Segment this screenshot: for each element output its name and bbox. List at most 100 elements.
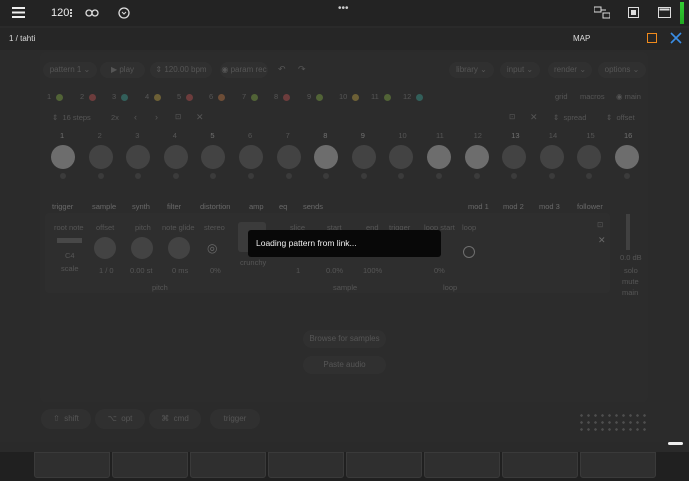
tempo-field[interactable]: ⇕ 120.00 bpm bbox=[150, 62, 212, 78]
step-pad[interactable] bbox=[276, 145, 301, 169]
stereo-value: 0% bbox=[210, 266, 221, 275]
main-toggle[interactable]: ◉ main bbox=[616, 92, 641, 101]
shift-button[interactable]: ⇧ shift bbox=[41, 409, 91, 429]
cmd-button[interactable]: ⌘ cmd bbox=[149, 409, 201, 429]
stereo-icon[interactable]: ◎ bbox=[207, 241, 217, 255]
paste-audio-button[interactable]: Paste audio bbox=[303, 356, 386, 374]
remove-mod-icon[interactable]: ✕ bbox=[598, 235, 606, 246]
trigger-button[interactable]: trigger bbox=[210, 409, 260, 429]
step-pad[interactable] bbox=[615, 145, 639, 169]
track-color-dot bbox=[56, 93, 64, 101]
step-pad[interactable] bbox=[314, 145, 339, 169]
mod-tab-3[interactable]: mod 3 bbox=[539, 202, 560, 211]
track-tab-5[interactable]: 5 bbox=[177, 92, 194, 101]
step-pad[interactable] bbox=[51, 145, 75, 169]
note-glide-knob[interactable] bbox=[168, 237, 190, 259]
track-tab-7[interactable]: 7 bbox=[242, 92, 259, 101]
step-pad[interactable] bbox=[126, 145, 151, 169]
step-pad[interactable] bbox=[88, 145, 113, 169]
step-pad[interactable] bbox=[502, 145, 527, 169]
add-mod-icon[interactable]: ⊡ bbox=[597, 220, 603, 229]
track-tab-10[interactable]: 10 bbox=[339, 92, 360, 101]
tab-amp[interactable]: amp bbox=[249, 202, 264, 211]
mod-tab-2[interactable]: mod 2 bbox=[503, 202, 524, 211]
scale-label[interactable]: scale bbox=[61, 264, 79, 273]
rate-select[interactable]: 2x bbox=[111, 113, 119, 122]
track-tab-9[interactable]: 9 bbox=[307, 92, 324, 101]
tab-distortion[interactable]: distortion bbox=[200, 202, 230, 211]
key[interactable] bbox=[424, 452, 500, 478]
track-tab-4[interactable]: 4 bbox=[145, 92, 162, 101]
pitch-label: pitch bbox=[135, 223, 151, 232]
options-menu[interactable]: options ⌄ bbox=[598, 62, 646, 78]
keyboard-grid-icon[interactable] bbox=[578, 412, 648, 434]
next-icon[interactable]: › bbox=[155, 112, 158, 122]
track-tab-6[interactable]: 6 bbox=[209, 92, 226, 101]
key[interactable] bbox=[112, 452, 188, 478]
tab-sample[interactable]: sample bbox=[92, 202, 116, 211]
render-menu[interactable]: render ⌄ bbox=[548, 62, 592, 78]
step-pad[interactable] bbox=[427, 145, 451, 169]
step-pad[interactable] bbox=[163, 145, 188, 169]
tab-sends[interactable]: sends bbox=[303, 202, 323, 211]
step-pad[interactable] bbox=[351, 145, 376, 169]
pitch-knob[interactable] bbox=[131, 237, 153, 259]
steps-count[interactable]: ⇕ 16 steps bbox=[52, 113, 91, 122]
tab-trigger[interactable]: trigger bbox=[52, 202, 73, 211]
grid-toggle[interactable]: grid bbox=[555, 92, 568, 101]
track-tab-8[interactable]: 8 bbox=[274, 92, 291, 101]
param-rec-button[interactable]: ◉ param rec bbox=[220, 62, 268, 78]
track-tab-12[interactable]: 12 bbox=[403, 92, 424, 101]
step-pad[interactable] bbox=[464, 145, 489, 169]
step-led bbox=[285, 173, 292, 179]
key[interactable] bbox=[502, 452, 578, 478]
opt-button[interactable]: ⌥ opt bbox=[95, 409, 145, 429]
key[interactable] bbox=[268, 452, 344, 478]
step-led bbox=[60, 173, 66, 179]
volume-fader[interactable] bbox=[626, 214, 630, 250]
root-note-keys[interactable] bbox=[57, 238, 82, 243]
step-number: 15 bbox=[586, 131, 595, 140]
pattern-label: pattern 1 bbox=[49, 65, 82, 74]
home-indicator[interactable] bbox=[668, 442, 683, 445]
tab-synth[interactable]: synth bbox=[132, 202, 150, 211]
step-led bbox=[97, 173, 104, 179]
input-menu[interactable]: input ⌄ bbox=[500, 62, 540, 78]
mod-tab-4[interactable]: follower bbox=[577, 202, 603, 211]
redo-icon[interactable]: ↷ bbox=[298, 64, 306, 75]
step-select-icon[interactable]: ⊡ bbox=[509, 112, 515, 121]
mod-tab-1[interactable]: mod 1 bbox=[468, 202, 489, 211]
track-tab-3[interactable]: 3 bbox=[112, 92, 129, 101]
offset-knob[interactable] bbox=[94, 237, 116, 259]
undo-icon[interactable]: ↶ bbox=[278, 64, 286, 75]
track-tab-1[interactable]: 1 bbox=[47, 92, 64, 101]
track-color-dot bbox=[218, 93, 226, 101]
macros-toggle[interactable]: macros bbox=[580, 92, 605, 101]
track-tab-2[interactable]: 2 bbox=[80, 92, 97, 101]
tab-eq[interactable]: eq bbox=[279, 202, 287, 211]
play-button[interactable]: ▶ play bbox=[100, 62, 145, 78]
browse-samples-button[interactable]: Browse for samples bbox=[303, 330, 386, 348]
tab-filter[interactable]: filter bbox=[167, 202, 181, 211]
key[interactable] bbox=[34, 452, 110, 478]
step-pad[interactable] bbox=[539, 145, 564, 169]
copy-icon[interactable]: ⊡ bbox=[175, 112, 181, 121]
loop-toggle[interactable] bbox=[463, 246, 475, 258]
pattern-select[interactable]: pattern 1 ⌄ bbox=[43, 62, 97, 78]
clear-icon[interactable]: ✕ bbox=[196, 112, 204, 123]
offset-control[interactable]: ⇕ offset bbox=[606, 113, 635, 122]
step-pad[interactable] bbox=[239, 145, 263, 169]
mute-button[interactable]: mute bbox=[622, 277, 639, 286]
root-note-value[interactable]: C4 bbox=[65, 251, 75, 260]
track-number: 6 bbox=[209, 92, 214, 101]
key[interactable] bbox=[346, 452, 422, 478]
prev-icon[interactable]: ‹ bbox=[134, 112, 137, 122]
key[interactable] bbox=[580, 452, 656, 478]
spread-control[interactable]: ⇕ spread bbox=[553, 113, 586, 122]
track-tab-11[interactable]: 11 bbox=[371, 92, 391, 101]
solo-button[interactable]: solo bbox=[624, 266, 638, 275]
main-out-button[interactable]: main bbox=[622, 288, 638, 297]
clear-steps-icon[interactable]: ✕ bbox=[530, 112, 538, 123]
library-menu[interactable]: library ⌄ bbox=[449, 62, 494, 78]
key[interactable] bbox=[190, 452, 266, 478]
